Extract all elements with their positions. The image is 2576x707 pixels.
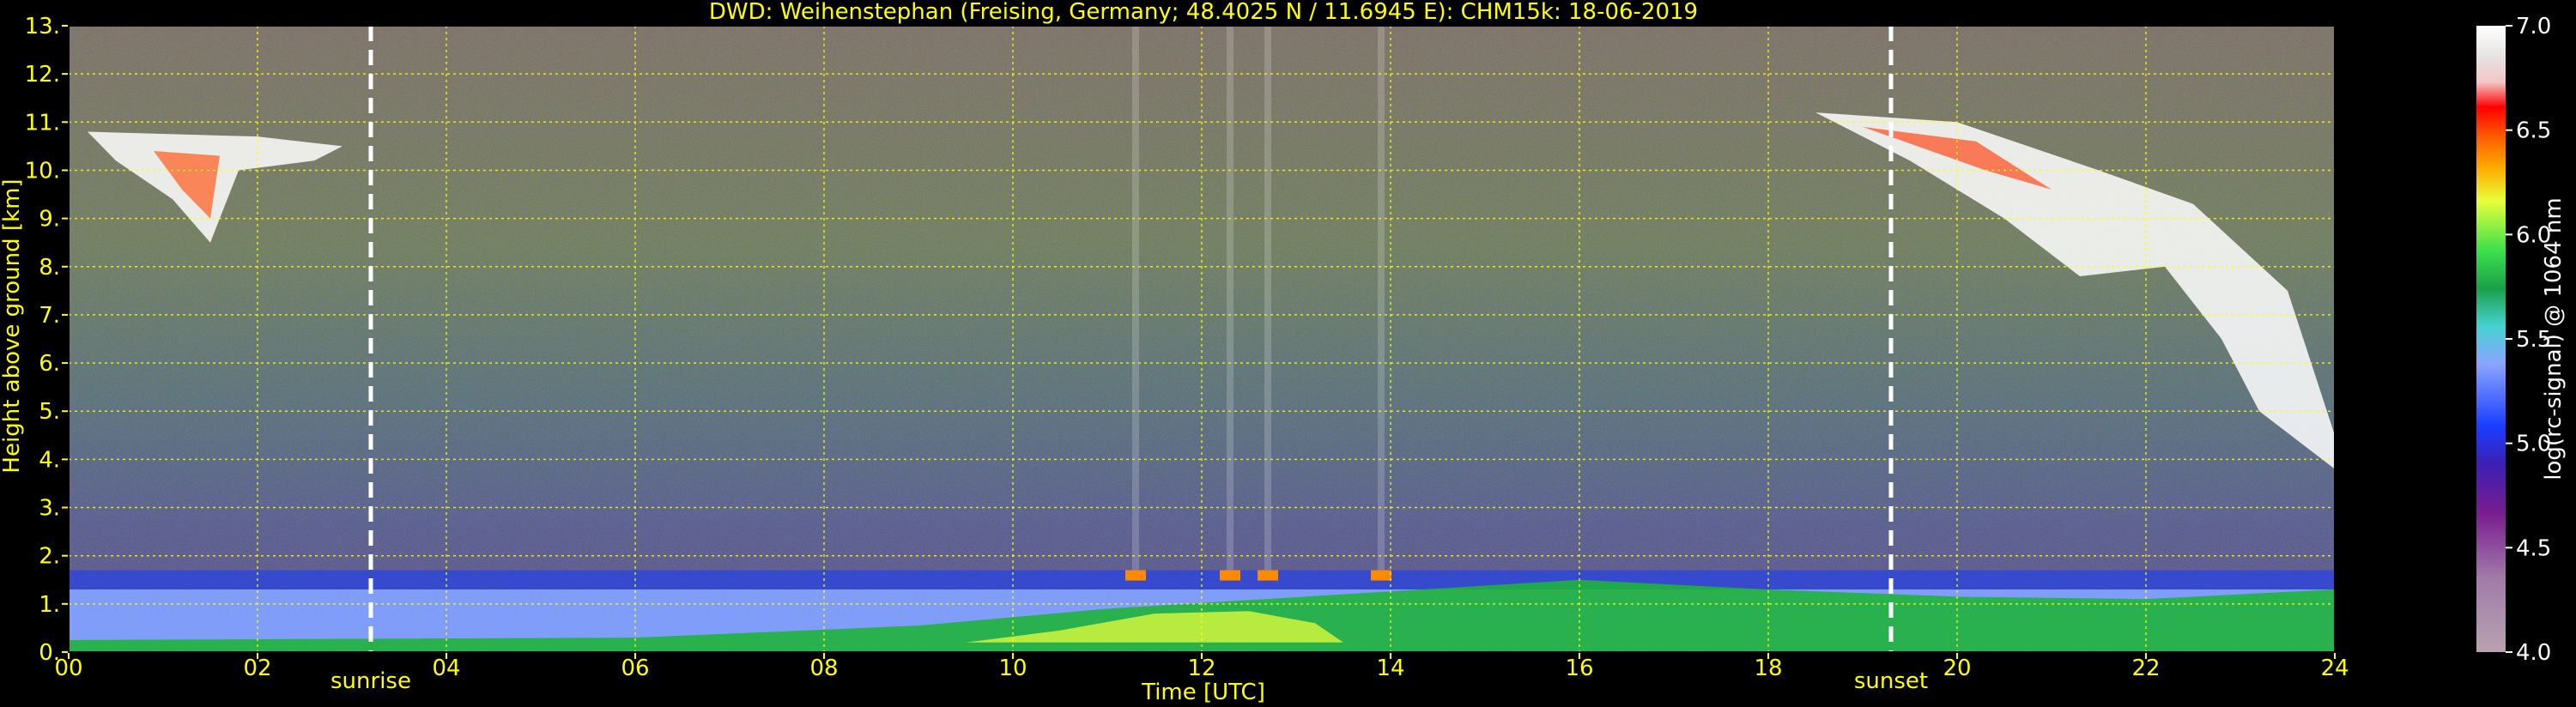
sunset-label: sunset (1854, 668, 1928, 694)
y-tick-label-13: 13. (25, 14, 60, 39)
colorbar-tick-label-6.5: 6.5 (2516, 118, 2551, 144)
cloud-base-2 (1220, 570, 1240, 581)
ceilometer-chart: DWD: Weihenstephan (Freising, Germany; 4… (0, 0, 2567, 705)
cloud-column-4 (1378, 26, 1385, 571)
cloud-base-4 (1371, 570, 1391, 581)
x-tick-label-08: 08 (809, 656, 838, 681)
colorbar-tick-label-4.0: 4.0 (2516, 640, 2551, 666)
y-tick-label-2: 2. (39, 544, 60, 570)
y-axis-label: Height above ground [km] (0, 178, 25, 473)
sunrise-label: sunrise (330, 668, 411, 694)
cloud-base-3 (1258, 570, 1278, 581)
x-tick-label-14: 14 (1376, 656, 1404, 681)
cloud-column-2 (1227, 26, 1233, 571)
x-tick-label-18: 18 (1754, 656, 1782, 681)
x-tick-label-10: 10 (998, 656, 1027, 681)
x-axis-label: Time [UTC] (1141, 680, 1265, 705)
chart-title: DWD: Weihenstephan (Freising, Germany; 4… (709, 0, 1698, 25)
colorbar-gradient (2476, 26, 2506, 652)
cloud-column-1 (1132, 26, 1139, 571)
y-tick-label-1: 1. (39, 592, 60, 618)
x-tick-label-02: 02 (243, 656, 271, 681)
x-tick-label-22: 22 (2131, 656, 2160, 681)
colorbar-label: log(rc-signal) @ 1064 nm (2541, 197, 2567, 480)
y-tick-label-9: 9. (39, 207, 60, 233)
y-tick-label-10: 10. (25, 158, 60, 184)
y-tick-label-11: 11. (25, 110, 60, 136)
x-tick-label-12: 12 (1187, 656, 1215, 681)
x-tick-label-04: 04 (432, 656, 460, 681)
y-tick-label-12: 12. (25, 62, 60, 88)
y-tick-label-6: 6. (39, 351, 60, 377)
colorbar-tick-label-7.0: 7.0 (2516, 14, 2551, 39)
cloud-column-3 (1264, 26, 1271, 571)
x-tick-label-16: 16 (1565, 656, 1593, 681)
y-tick-label-4: 4. (39, 447, 60, 473)
x-tick-label-20: 20 (1943, 656, 1971, 681)
y-tick-label-0: 0. (39, 640, 60, 666)
x-tick-label-24: 24 (2320, 656, 2349, 681)
colorbar-tick-label-4.5: 4.5 (2516, 535, 2551, 561)
cloud-base-1 (1125, 570, 1146, 581)
y-tick-label-7: 7. (39, 303, 60, 329)
y-tick-label-5: 5. (39, 399, 60, 425)
x-tick-label-06: 06 (621, 656, 649, 681)
y-tick-label-8: 8. (39, 255, 60, 281)
y-tick-label-3: 3. (39, 496, 60, 522)
